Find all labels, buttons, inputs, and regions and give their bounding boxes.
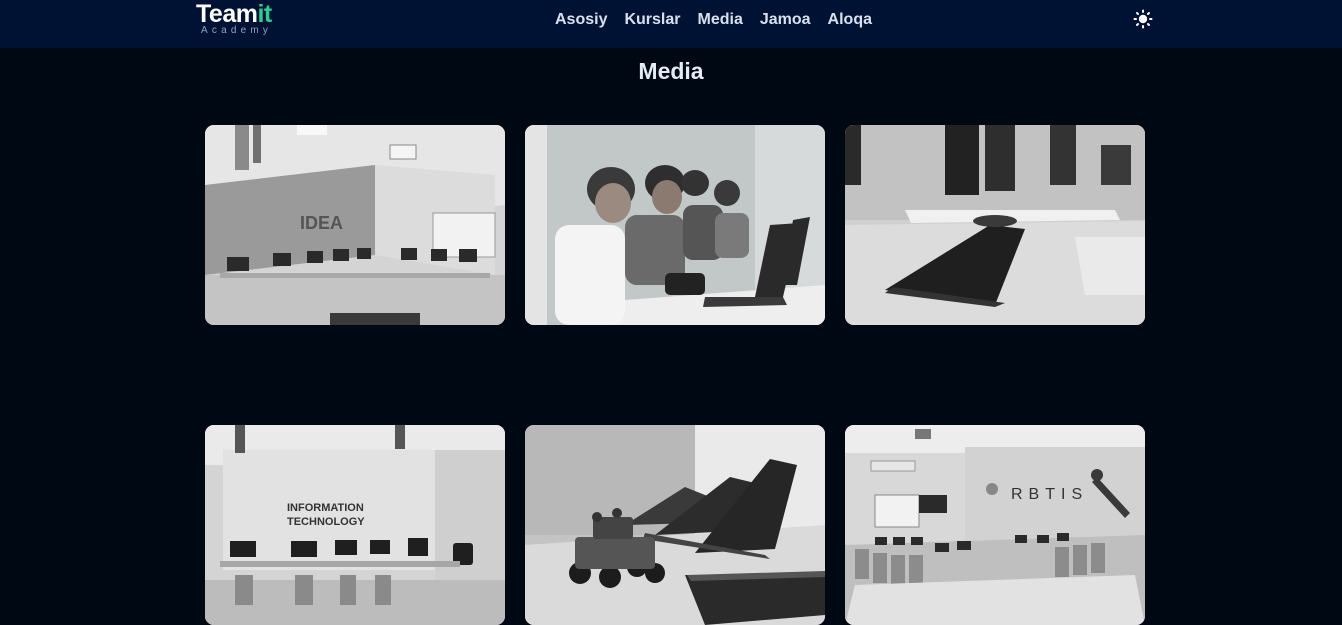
students-photo [525, 125, 825, 325]
logo-accent-text: it [257, 0, 272, 28]
gallery-image-4[interactable]: INFORMATION TECHNOLOGY [205, 425, 505, 625]
idea-wall-text: IDEA [300, 213, 343, 233]
page-title: Media [638, 58, 704, 84]
robotics-wall-text: RBTIS [1011, 486, 1088, 503]
gallery-image-5[interactable] [525, 425, 825, 625]
nav-link-aloqa[interactable]: Aloqa [828, 10, 872, 29]
keyboard-photo [845, 125, 1145, 325]
navbar: Teamit Academy Asosiy Kurslar Media Jamo… [0, 0, 1342, 48]
nav-link-kurslar[interactable]: Kurslar [624, 10, 680, 29]
logo-subtitle: Academy [201, 25, 273, 36]
gallery-image-3[interactable] [845, 125, 1145, 325]
main-nav: Asosiy Kurslar Media Jamoa Aloqa [555, 10, 872, 29]
logo-text: Teamit [196, 0, 272, 28]
sun-icon [1133, 9, 1153, 29]
gallery-image-2[interactable] [525, 125, 825, 325]
theme-toggle-button[interactable] [1131, 8, 1155, 32]
logo-main-text: Team [196, 0, 258, 28]
it-wall-text-1: INFORMATION [287, 502, 364, 514]
nav-link-media[interactable]: Media [698, 10, 743, 29]
gallery-image-1[interactable]: IDEA [205, 125, 505, 325]
classroom-photo: IDEA [205, 125, 505, 325]
it-classroom-photo: INFORMATION TECHNOLOGY [205, 425, 505, 625]
nav-link-jamoa[interactable]: Jamoa [760, 10, 811, 29]
it-wall-text-2: TECHNOLOGY [287, 516, 365, 528]
logo[interactable]: Teamit Academy [196, 0, 306, 40]
robot-car-photo [525, 425, 825, 625]
robotics-classroom-photo: RBTIS [845, 425, 1145, 625]
nav-link-asosiy[interactable]: Asosiy [555, 10, 607, 29]
gallery-image-6[interactable]: RBTIS [845, 425, 1145, 625]
